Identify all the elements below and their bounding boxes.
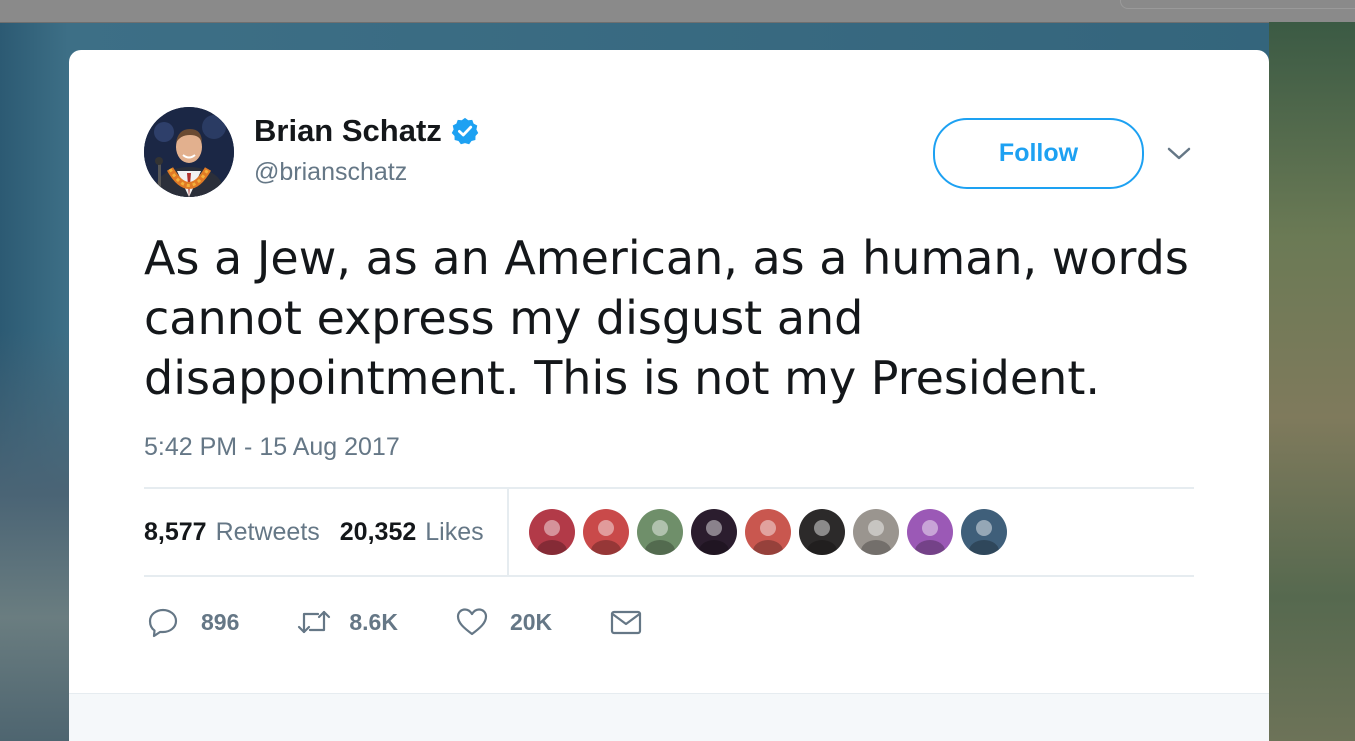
retweets-label: Retweets xyxy=(215,518,320,546)
liker-avatar-image xyxy=(583,509,629,555)
author-handle[interactable]: @brianschatz xyxy=(254,156,407,188)
browser-tab-edge xyxy=(1120,0,1355,9)
retweets-stat[interactable]: 8,577 Retweets xyxy=(144,516,320,548)
likes-label: Likes xyxy=(425,518,484,546)
author-name-row: Brian Schatz xyxy=(254,112,480,150)
tweet-card: Brian Schatz @brianschatz Follow As a Je… xyxy=(69,50,1269,741)
liker-avatar-image xyxy=(907,509,953,555)
likes-stat[interactable]: 20,352 Likes xyxy=(340,516,484,548)
reply-button[interactable]: 896 xyxy=(147,606,239,638)
retweet-count: 8.6K xyxy=(349,608,398,635)
liker-avatar[interactable] xyxy=(907,509,953,555)
liker-avatar[interactable] xyxy=(799,509,845,555)
like-count: 20K xyxy=(509,608,553,635)
liker-avatar[interactable] xyxy=(961,509,1007,555)
liker-avatar-image xyxy=(637,509,683,555)
background-right xyxy=(1269,22,1355,741)
divider-bottom xyxy=(144,575,1194,577)
heart-icon xyxy=(456,608,488,636)
retweet-button[interactable]: 8.6K xyxy=(296,606,398,638)
direct-message-button[interactable] xyxy=(609,606,643,638)
reply-count: 896 xyxy=(201,608,240,635)
stats-vertical-divider xyxy=(507,488,509,576)
tweet-text: As a Jew, as an American, as a human, wo… xyxy=(144,231,1189,405)
reply-icon xyxy=(148,608,178,638)
liker-avatars xyxy=(529,509,1015,555)
follow-button[interactable]: Follow xyxy=(933,118,1144,189)
liker-avatar-image xyxy=(961,509,1007,555)
liker-avatar[interactable] xyxy=(637,509,683,555)
browser-top-strip xyxy=(0,0,1355,23)
liker-avatar-image xyxy=(745,509,791,555)
like-button[interactable]: 20K xyxy=(455,606,552,638)
liker-avatar-image xyxy=(799,509,845,555)
divider-top xyxy=(144,487,1194,489)
tweet-actions: 896 8.6K 20K xyxy=(147,605,700,639)
verified-badge-icon xyxy=(451,117,479,145)
avatar-image xyxy=(144,107,234,197)
replies-area xyxy=(69,693,1269,741)
liker-avatar-image xyxy=(691,509,737,555)
liker-avatar[interactable] xyxy=(745,509,791,555)
author-avatar[interactable] xyxy=(144,107,234,197)
author-display-name[interactable]: Brian Schatz xyxy=(254,112,442,150)
liker-avatar-image xyxy=(853,509,899,555)
chevron-down-icon[interactable] xyxy=(1165,142,1193,166)
retweets-count: 8,577 xyxy=(144,518,207,546)
envelope-icon xyxy=(611,610,642,635)
tweet-timestamp[interactable]: 5:42 PM - 15 Aug 2017 xyxy=(144,431,400,463)
retweet-icon xyxy=(298,610,331,634)
liker-avatar[interactable] xyxy=(529,509,575,555)
liker-avatar[interactable] xyxy=(583,509,629,555)
background-left xyxy=(0,330,69,741)
likes-count: 20,352 xyxy=(339,518,417,546)
liker-avatar[interactable] xyxy=(691,509,737,555)
liker-avatar[interactable] xyxy=(853,509,899,555)
tweet-stats: 8,577 Retweets 20,352 Likes xyxy=(144,516,504,548)
liker-avatar-image xyxy=(529,509,575,555)
